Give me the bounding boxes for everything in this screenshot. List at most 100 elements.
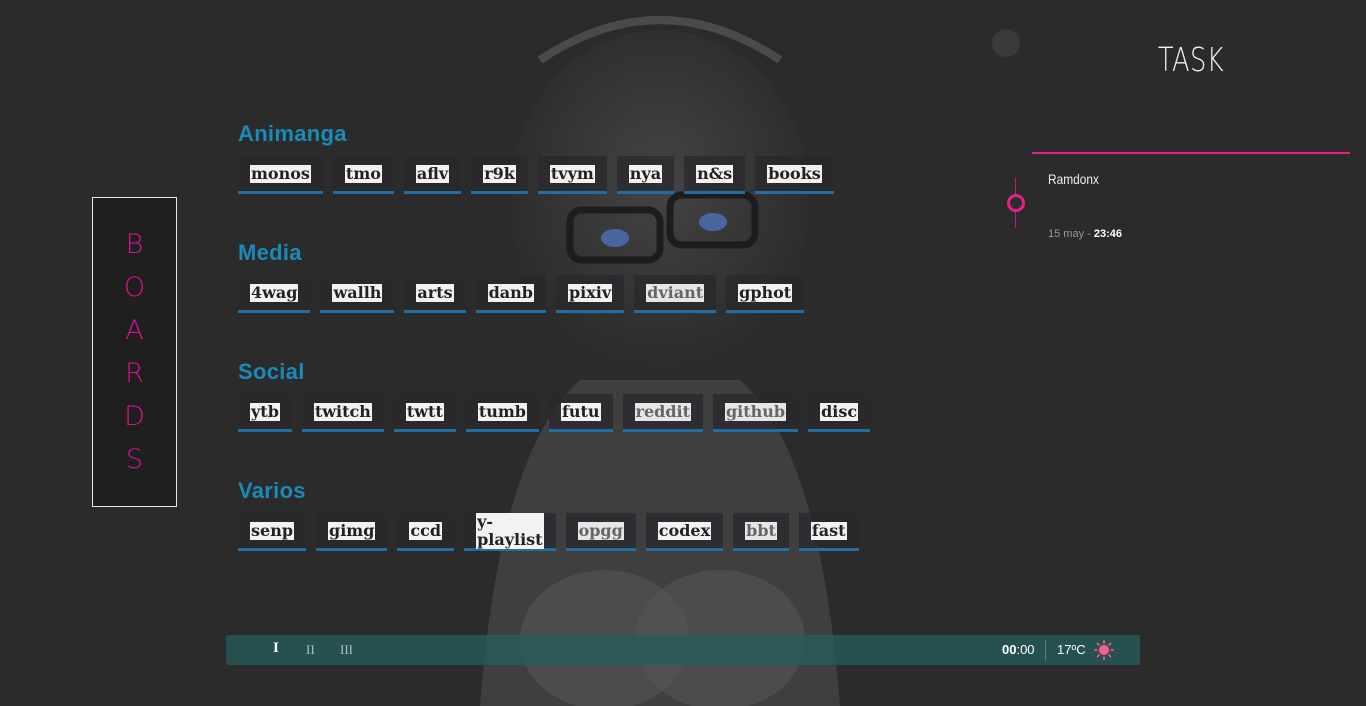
- link-dviant-button[interactable]: dviant: [634, 275, 717, 313]
- category-varios: Varios senp gimg ccd y-playlist opgg codex bbt…: [238, 477, 859, 551]
- link-label: pixiv: [567, 282, 613, 302]
- link-twitch-button[interactable]: twitch: [301, 394, 384, 432]
- boards-letter: O: [123, 272, 146, 303]
- category-title: Varios: [238, 478, 306, 503]
- background-illustration: [480, 16, 840, 706]
- temperature: 17ºC: [1057, 642, 1086, 657]
- category-social: Social ytb twitch twtt tumb futu reddit github…: [238, 358, 871, 432]
- link-label: tmo: [344, 163, 382, 183]
- link-row: ytb twitch twtt tumb futu reddit github disc: [238, 394, 871, 432]
- link-label: reddit: [634, 401, 691, 421]
- link-n-s-button[interactable]: n&s: [684, 156, 746, 194]
- link-label: twitch: [313, 401, 372, 421]
- link-reddit-button[interactable]: reddit: [622, 394, 703, 432]
- task-item-date: 15 may - 23:46: [1048, 228, 1122, 240]
- bottom-bar: I II III 00:00 17ºC: [226, 635, 1140, 665]
- category-animanga: Animanga monos tmo aflv r9k tvym nya n&s books: [238, 120, 834, 194]
- link-label: dviant: [646, 282, 705, 302]
- link-label: gphot: [738, 282, 793, 302]
- task-divider: [1032, 152, 1350, 154]
- link-y-playlist-button[interactable]: y-playlist: [464, 511, 556, 551]
- sun-icon: [1094, 640, 1114, 660]
- link-label: codex: [657, 520, 712, 540]
- category-media: Media 4wag wallh arts danb pixiv dviant gphot: [238, 239, 805, 313]
- link-gphot-button[interactable]: gphot: [726, 275, 805, 313]
- clock: 00:00: [1002, 642, 1035, 657]
- link-senp-button[interactable]: senp: [238, 513, 307, 551]
- timeline-node-icon[interactable]: [1007, 194, 1025, 212]
- link-label: fast: [810, 520, 847, 540]
- category-title: Media: [238, 240, 302, 265]
- boards-letter: A: [125, 315, 144, 346]
- link-label: aflv: [415, 163, 450, 183]
- link-books-button[interactable]: books: [755, 156, 834, 194]
- link-label: gimg: [328, 520, 376, 540]
- tab-2[interactable]: II: [306, 642, 315, 658]
- link-label: n&s: [696, 163, 734, 183]
- boards-letter: B: [125, 229, 144, 260]
- link-label: disc: [820, 401, 859, 421]
- link-label: senp: [250, 520, 295, 540]
- link-ytb-button[interactable]: ytb: [238, 394, 292, 432]
- tab-1[interactable]: I: [273, 640, 279, 657]
- link-arts-button[interactable]: arts: [404, 275, 466, 313]
- link-pixiv-button[interactable]: pixiv: [555, 275, 625, 313]
- link-gimg-button[interactable]: gimg: [316, 513, 388, 551]
- link-label: monos: [250, 163, 311, 183]
- link-label: wallh: [332, 282, 383, 302]
- link-nya-button[interactable]: nya: [616, 156, 675, 194]
- boards-panel: B O A R D S: [92, 197, 177, 507]
- link-label: github: [724, 401, 787, 421]
- category-title: Animanga: [238, 121, 347, 146]
- link-label: opgg: [577, 520, 624, 540]
- tab-3[interactable]: III: [340, 642, 353, 658]
- link-twtt-button[interactable]: twtt: [393, 394, 456, 432]
- link-aflv-button[interactable]: aflv: [403, 156, 462, 194]
- link-label: arts: [416, 282, 454, 302]
- link-tvym-button[interactable]: tvym: [537, 156, 607, 194]
- link-futu-button[interactable]: futu: [548, 394, 613, 432]
- link-label: ccd: [409, 520, 443, 540]
- link-label: tumb: [477, 401, 527, 421]
- link-label: twtt: [405, 401, 444, 421]
- boards-letter: R: [125, 358, 144, 389]
- link-wallh-button[interactable]: wallh: [320, 275, 395, 313]
- link-fast-button[interactable]: fast: [798, 513, 859, 551]
- link-label: bbt: [745, 520, 777, 540]
- link-danb-button[interactable]: danb: [475, 275, 546, 313]
- link-disc-button[interactable]: disc: [808, 394, 871, 432]
- link-monos-button[interactable]: monos: [238, 156, 323, 194]
- link-label: danb: [487, 282, 534, 302]
- link-bbt-button[interactable]: bbt: [733, 513, 789, 551]
- category-title: Social: [238, 359, 305, 384]
- task-time-text: 23:46: [1093, 228, 1122, 240]
- link-r9k-button[interactable]: r9k: [471, 156, 528, 194]
- link-row: 4wag wallh arts danb pixiv dviant gphot: [238, 275, 805, 313]
- clock-minutes: :00: [1016, 642, 1035, 657]
- link-row: monos tmo aflv r9k tvym nya n&s books: [238, 156, 834, 194]
- link-label: nya: [628, 163, 663, 183]
- task-item-name[interactable]: Ramdonx: [1048, 171, 1099, 187]
- link-tmo-button[interactable]: tmo: [332, 156, 394, 194]
- link-label: books: [767, 163, 822, 183]
- link-github-button[interactable]: github: [712, 394, 799, 432]
- boards-letter: S: [125, 444, 144, 475]
- link-label: ytb: [250, 401, 280, 421]
- clock-hours: 00: [1002, 642, 1017, 657]
- link-label: r9k: [483, 163, 516, 183]
- boards-letter: D: [124, 401, 145, 432]
- link-row: senp gimg ccd y-playlist opgg codex bbt fast: [238, 511, 859, 551]
- link-ccd-button[interactable]: ccd: [397, 513, 455, 551]
- task-title: TASK: [1157, 40, 1225, 79]
- link-label: tvym: [549, 163, 595, 183]
- link-tumb-button[interactable]: tumb: [465, 394, 539, 432]
- link-4wag-button[interactable]: 4wag: [238, 275, 311, 313]
- background-dot: [992, 29, 1020, 57]
- link-codex-button[interactable]: codex: [645, 513, 724, 551]
- link-label: y-playlist: [476, 511, 544, 549]
- link-opgg-button[interactable]: opgg: [565, 513, 636, 551]
- link-label: 4wag: [250, 282, 299, 302]
- bar-separator: [1045, 640, 1046, 660]
- task-date-text: 15 may -: [1048, 228, 1094, 240]
- link-label: futu: [560, 401, 601, 421]
